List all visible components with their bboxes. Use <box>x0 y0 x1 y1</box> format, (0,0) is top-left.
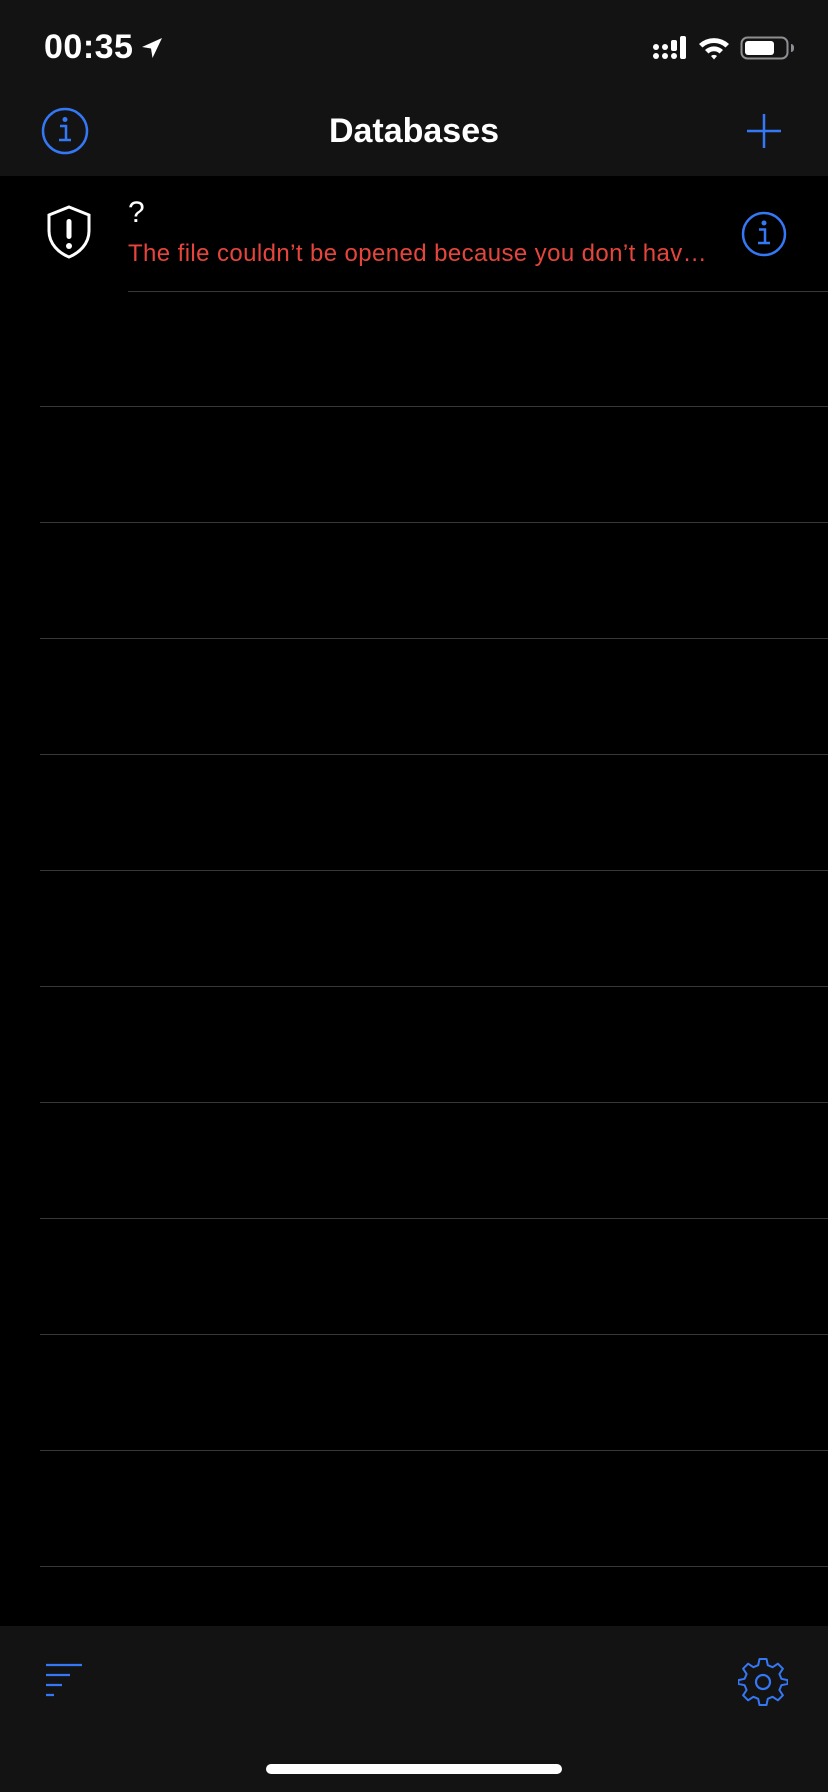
row-separator <box>40 1450 828 1451</box>
sort-icon[interactable] <box>44 1662 86 1698</box>
database-name: ? <box>128 196 145 229</box>
row-separator <box>40 986 828 987</box>
database-error-message: The file couldn’t be opened because you … <box>128 240 708 267</box>
home-indicator[interactable] <box>266 1764 562 1774</box>
info-icon[interactable] <box>740 210 788 258</box>
cellular-signal-icon <box>653 36 686 59</box>
row-separator <box>40 1566 828 1567</box>
row-separator <box>40 522 828 523</box>
status-time: 00:35 <box>44 28 134 66</box>
row-separator <box>40 1218 828 1219</box>
location-arrow-icon <box>142 38 162 58</box>
row-separator <box>40 406 828 407</box>
gear-icon[interactable] <box>738 1656 788 1706</box>
status-bar: 00:35 <box>0 0 828 88</box>
plus-icon[interactable] <box>744 108 784 154</box>
row-separator <box>40 1102 828 1103</box>
battery-icon <box>740 36 794 60</box>
row-separator <box>128 291 828 292</box>
page-title: Databases <box>328 112 500 150</box>
row-separator <box>40 1334 828 1335</box>
navigation-bar: Databases <box>0 88 828 176</box>
row-separator <box>40 870 828 871</box>
shield-exclamation-icon <box>47 205 91 259</box>
row-separator <box>40 754 828 755</box>
database-row[interactable]: ? The file couldn’t be opened because yo… <box>0 176 828 292</box>
row-separator <box>40 638 828 639</box>
wifi-icon <box>699 38 729 60</box>
database-list: ? The file couldn’t be opened because yo… <box>0 176 828 1626</box>
